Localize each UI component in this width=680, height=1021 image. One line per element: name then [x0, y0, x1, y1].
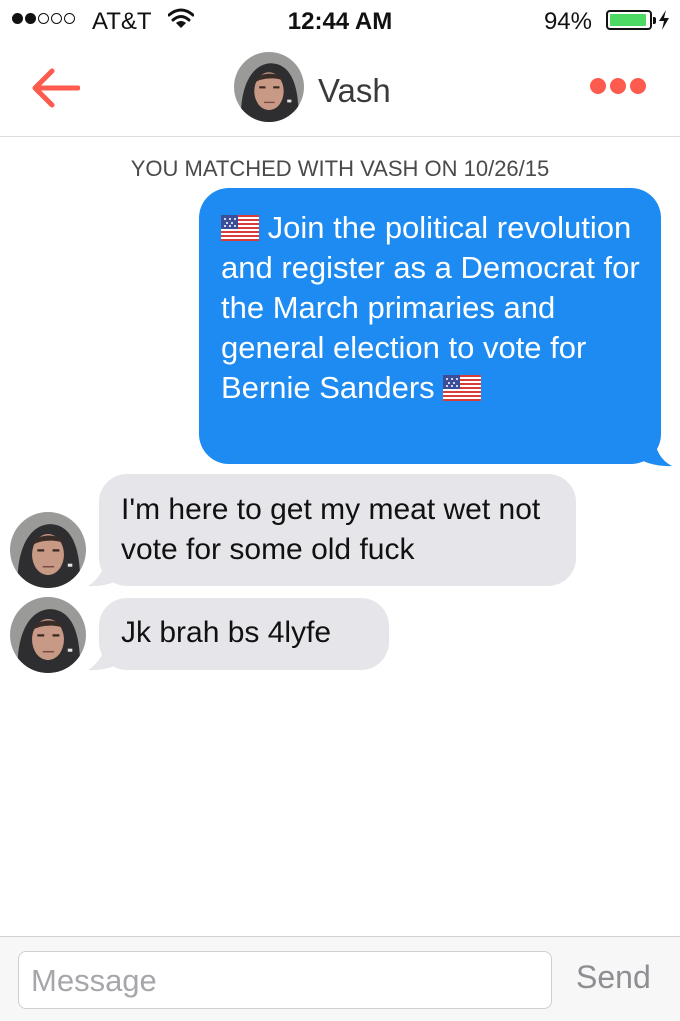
back-arrow-icon[interactable] — [30, 68, 80, 108]
message-composer: Message Send — [0, 936, 680, 1021]
incoming-message: Jk brah bs 4lyfe — [99, 598, 389, 670]
more-options-icon[interactable] — [590, 78, 646, 94]
message-input[interactable]: Message — [18, 951, 552, 1009]
match-name[interactable]: Vash — [318, 72, 391, 110]
battery-percentage: 94% — [543, 8, 592, 35]
us-flag-icon — [221, 215, 259, 241]
incoming-message: I'm here to get my meat wet not vote for… — [99, 474, 576, 586]
status-bar: AT&T 12:44 AM 94% — [0, 0, 680, 44]
match-avatar[interactable] — [234, 52, 304, 122]
send-button[interactable]: Send — [576, 959, 651, 996]
outgoing-message-text: Join the political revolution and regist… — [221, 210, 640, 405]
charging-bolt-icon — [659, 10, 669, 30]
outgoing-message: Join the political revolution and regist… — [199, 188, 661, 464]
match-notice: YOU MATCHED WITH VASH ON 10/26/15 — [130, 156, 550, 181]
battery-level — [610, 14, 646, 26]
outgoing-bubble-tail — [634, 436, 672, 467]
sender-avatar[interactable] — [10, 512, 86, 588]
us-flag-icon — [443, 375, 482, 401]
chat-header: Vash — [0, 44, 680, 137]
sender-avatar[interactable] — [10, 597, 86, 673]
battery-icon — [606, 10, 656, 30]
